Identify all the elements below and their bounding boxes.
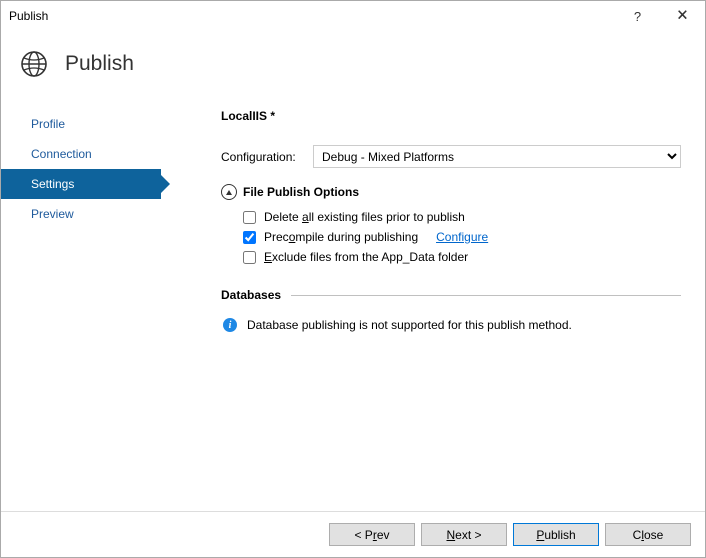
globe-icon [19, 49, 49, 79]
delete-existing-label[interactable]: Delete all existing files prior to publi… [264, 210, 465, 224]
main-panel: LocalIIS * Configuration: Debug - Mixed … [161, 97, 705, 487]
publish-button[interactable]: Publish [513, 523, 599, 546]
precompile-checkbox[interactable] [243, 231, 256, 244]
sidebar-item-settings[interactable]: Settings [1, 169, 161, 199]
file-publish-options-header[interactable]: File Publish Options [221, 184, 681, 200]
profile-name: LocalIIS * [221, 109, 681, 123]
databases-title: Databases [221, 288, 281, 302]
sidebar: Profile Connection Settings Preview [1, 97, 161, 487]
delete-existing-checkbox[interactable] [243, 211, 256, 224]
titlebar: Publish ? 🗙 [1, 1, 705, 31]
sidebar-item-profile[interactable]: Profile [1, 109, 161, 139]
help-button[interactable]: ? [615, 1, 660, 31]
next-button[interactable]: Next > [421, 523, 507, 546]
configuration-label: Configuration: [221, 150, 303, 164]
configure-link[interactable]: Configure [436, 230, 488, 244]
exclude-appdata-label[interactable]: Exclude files from the App_Data folder [264, 250, 468, 264]
window-title: Publish [9, 9, 615, 23]
chevron-up-icon [221, 184, 237, 200]
info-icon: i [223, 318, 237, 332]
precompile-label[interactable]: Precompile during publishing [264, 230, 418, 244]
exclude-appdata-checkbox[interactable] [243, 251, 256, 264]
header: Publish [1, 31, 705, 97]
prev-button[interactable]: < Prev [329, 523, 415, 546]
sidebar-item-connection[interactable]: Connection [1, 139, 161, 169]
configuration-select[interactable]: Debug - Mixed Platforms [313, 145, 681, 168]
databases-info-text: Database publishing is not supported for… [247, 318, 572, 332]
footer: < Prev Next > Publish Close [1, 511, 705, 557]
sidebar-item-preview[interactable]: Preview [1, 199, 161, 229]
header-title: Publish [65, 52, 134, 76]
close-button[interactable]: 🗙 [660, 1, 705, 31]
close-dialog-button[interactable]: Close [605, 523, 691, 546]
divider [291, 295, 681, 296]
file-publish-options-title: File Publish Options [243, 185, 359, 199]
